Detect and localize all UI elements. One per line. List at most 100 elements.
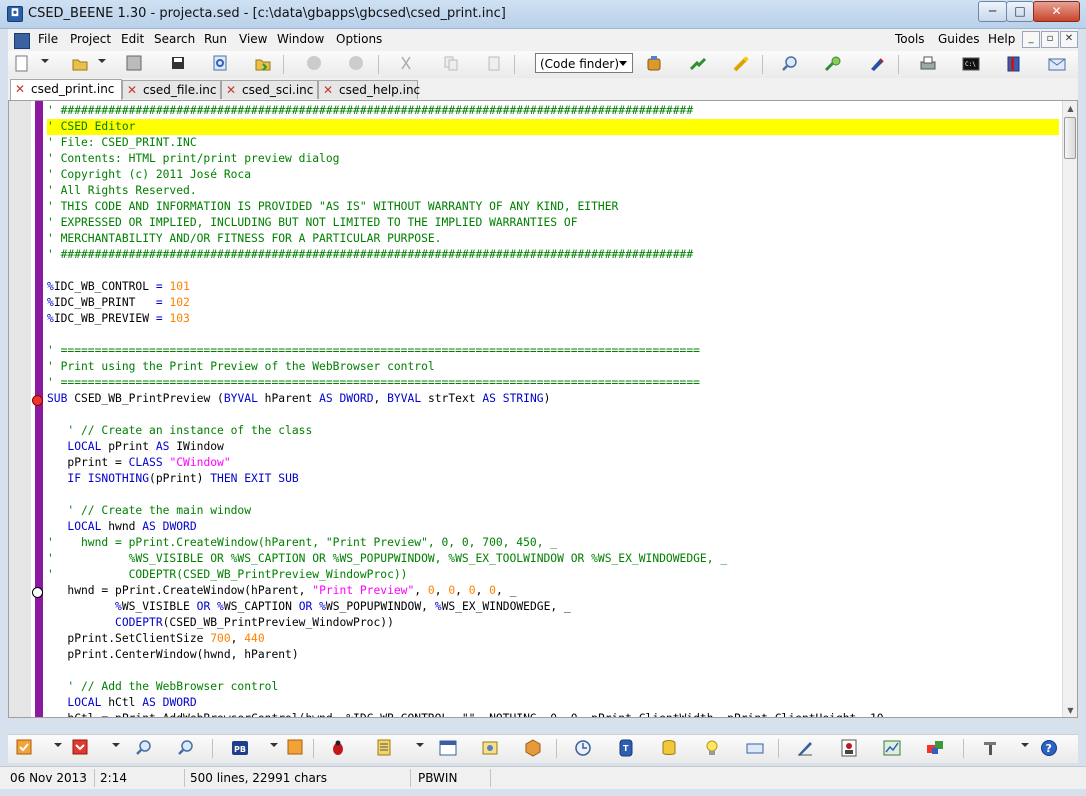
code-line[interactable]: ' ######################################… [47,247,1059,263]
menu-window[interactable]: Window [277,32,324,46]
code-line[interactable]: %IDC_WB_PREVIEW = 103 [47,311,1059,327]
code-line[interactable]: LOCAL hCtl AS DWORD [47,695,1059,711]
menu-guides[interactable]: Guides [938,32,980,46]
pen-icon[interactable] [795,739,815,757]
menu-file[interactable]: File [38,32,58,46]
code-line[interactable] [47,663,1059,679]
close-tab-icon[interactable]: ✕ [226,81,236,99]
close-button[interactable]: ✕ [1033,1,1080,22]
undo-icon[interactable] [304,55,324,73]
menu-options[interactable]: Options [336,32,382,46]
find-icon[interactable] [780,55,800,73]
bookmark-icon[interactable] [867,55,887,73]
code-line[interactable]: LOCAL hwnd AS DWORD [47,519,1059,535]
mdi-close-button[interactable]: ✕ [1060,31,1078,48]
dropdown-arrow[interactable] [112,743,120,747]
save-icon[interactable] [124,55,144,73]
mdi-doc-icon[interactable] [14,33,30,49]
book-icon[interactable] [1004,55,1024,73]
list-icon[interactable] [374,739,394,757]
code-line[interactable]: pPrint.CenterWindow(hwnd, hParent) [47,647,1059,663]
code-line[interactable]: ' %WS_VISIBLE OR %WS_CAPTION OR %WS_POPU… [47,551,1059,567]
clock-icon[interactable] [573,739,593,757]
code-line[interactable] [47,487,1059,503]
database-icon[interactable] [659,739,679,757]
code-line[interactable] [47,327,1059,343]
print-icon[interactable] [918,55,938,73]
zoom-out-icon[interactable] [176,739,196,757]
menu-search[interactable]: Search [154,32,195,46]
close-tab-icon[interactable]: ✕ [15,80,25,98]
code-line[interactable]: IF ISNOTHING(pPrint) THEN EXIT SUB [47,471,1059,487]
code-line[interactable]: ' All Rights Reserved. [47,183,1059,199]
code-line[interactable]: ' CODEPTR(CSED_WB_PrintPreview_WindowPro… [47,567,1059,583]
debug-icon[interactable] [731,55,751,73]
code-line[interactable]: ' Copyright (c) 2011 José Roca [47,167,1059,183]
fold-margin[interactable] [35,101,43,717]
dropdown-arrow[interactable] [416,743,424,747]
code-line[interactable]: ' ======================================… [47,343,1059,359]
mdi-restore-button[interactable]: ▫ [1041,31,1059,48]
code-line[interactable]: ' EXPRESSED OR IMPLIED, INCLUDING BUT NO… [47,215,1059,231]
reload-icon[interactable] [210,55,230,73]
code-text[interactable]: ' ######################################… [47,101,1059,717]
run-icon[interactable] [688,55,708,73]
menu-help[interactable]: Help [988,32,1015,46]
cut-icon[interactable] [396,55,416,73]
code-line[interactable]: ' // Add the WebBrowser control [47,679,1059,695]
zoom-in-icon[interactable] [134,739,154,757]
code-line[interactable]: ' File: CSED_PRINT.INC [47,135,1059,151]
scroll-down-arrow-icon[interactable]: ▼ [1063,703,1077,717]
code-line[interactable]: ' Print using the Print Preview of the W… [47,359,1059,375]
open-dropdown[interactable] [98,59,106,63]
minimize-button[interactable]: ─ [978,1,1007,22]
help-icon[interactable]: ? [1039,739,1059,757]
dropdown-arrow[interactable] [1021,743,1029,747]
vertical-scrollbar[interactable]: ▲ ▼ [1062,101,1077,717]
code-line[interactable]: %IDC_WB_PRINT = 102 [47,295,1059,311]
code-line[interactable]: ' Contents: HTML print/print preview dia… [47,151,1059,167]
tab-csed-file[interactable]: ✕ csed_file.inc [122,80,221,99]
code-line[interactable]: pPrint = CLASS "CWindow" [47,455,1059,471]
code-editor[interactable]: ' ######################################… [8,100,1078,718]
cancel-icon[interactable] [70,739,90,757]
copy-icon[interactable] [441,55,461,73]
keyboard-icon[interactable] [745,739,765,757]
bookmark-marker[interactable] [32,587,43,598]
open-folder-icon[interactable] [70,55,90,73]
package-icon[interactable] [523,739,543,757]
dropdown-arrow[interactable] [54,743,62,747]
line-margin[interactable] [9,101,31,717]
bulb-icon[interactable] [702,739,722,757]
code-line[interactable] [47,407,1059,423]
paste-icon[interactable] [484,55,504,73]
code-line[interactable]: ' MERCHANTABILITY AND/OR FITNESS FOR A P… [47,231,1059,247]
code-line[interactable]: %IDC_WB_CONTROL = 101 [47,279,1059,295]
menu-tools[interactable]: Tools [895,32,925,46]
dialog-icon[interactable] [480,739,500,757]
code-line[interactable]: ' hwnd = pPrint.CreateWindow(hParent, "P… [47,535,1059,551]
close-tab-icon[interactable]: ✕ [323,81,333,99]
menu-view[interactable]: View [239,32,267,46]
pb-icon[interactable]: PB [230,739,250,757]
console-icon[interactable]: C:\ [961,55,981,73]
app-icon[interactable]: ◘ [7,6,23,22]
code-line[interactable] [47,263,1059,279]
menu-project[interactable]: Project [70,32,111,46]
checkbox-icon[interactable] [14,739,34,757]
menu-run[interactable]: Run [204,32,227,46]
dropdown-arrow[interactable] [270,743,278,747]
tab-csed-help[interactable]: ✕ csed_help.inc [318,80,420,99]
save-all-icon[interactable] [168,55,188,73]
calc-icon[interactable] [285,739,305,757]
maximize-button[interactable]: □ [1006,1,1034,22]
mail-icon[interactable] [1047,55,1067,73]
menu-edit[interactable]: Edit [121,32,144,46]
code-line[interactable]: ' ======================================… [47,375,1059,391]
scroll-up-arrow-icon[interactable]: ▲ [1063,101,1077,116]
tools-icon[interactable] [980,739,1000,757]
find-replace-icon[interactable] [823,55,843,73]
code-line[interactable]: LOCAL pPrint AS IWindow [47,439,1059,455]
code-line[interactable]: SUB CSED_WB_PrintPreview (BYVAL hParent … [47,391,1059,407]
mdi-minimize-button[interactable]: _ [1022,31,1040,48]
